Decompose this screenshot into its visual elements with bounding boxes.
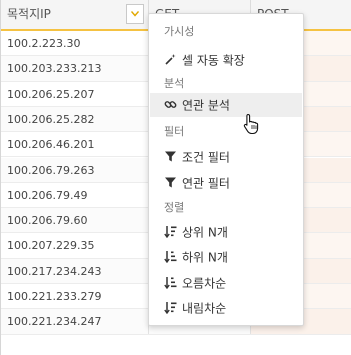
cell-destination-ip[interactable]: 100.2.223.30 xyxy=(1,31,149,56)
menu-item-label: 연관 분석 xyxy=(182,98,230,113)
link-icon xyxy=(164,101,177,108)
menu-section-analysis: 분석 xyxy=(164,77,185,90)
magic-wand-icon xyxy=(165,54,176,65)
menu-item-top-n[interactable]: 상위 N개 xyxy=(150,220,302,244)
menu-item-auto-expand[interactable]: 셀 자동 확장 xyxy=(150,48,302,72)
sort-ascending-icon xyxy=(164,251,177,263)
filter-icon xyxy=(165,151,176,162)
cell-destination-ip[interactable]: 100.217.234.243 xyxy=(1,258,149,283)
cell-destination-ip[interactable]: 100.206.46.201 xyxy=(1,132,149,157)
hand-pointer-cursor-icon xyxy=(243,113,259,135)
cell-destination-ip[interactable]: 100.206.25.282 xyxy=(1,106,149,132)
column-context-menu: 가시성 셀 자동 확장 분석 연관 분석 필터 조건 필터 연관 필터 정렬 상… xyxy=(148,13,304,326)
cell-destination-ip[interactable]: 100.221.233.279 xyxy=(1,284,149,309)
cell-destination-ip[interactable]: 100.206.25.207 xyxy=(1,81,149,106)
cell-destination-ip[interactable]: 100.221.234.247 xyxy=(1,309,149,334)
menu-section-sort: 정렬 xyxy=(164,201,185,214)
cell-destination-ip[interactable]: 100.206.79.49 xyxy=(1,182,149,208)
sort-descending-icon xyxy=(164,302,177,314)
chevron-down-icon xyxy=(131,11,139,17)
menu-item-related-filter[interactable]: 연관 필터 xyxy=(150,171,302,195)
menu-section-filter: 필터 xyxy=(164,125,185,138)
sort-ascending-icon xyxy=(164,277,177,289)
menu-item-label: 셀 자동 확장 xyxy=(182,53,245,68)
column-header-label: 목적지IP xyxy=(7,7,51,21)
column-menu-button[interactable] xyxy=(126,4,144,24)
menu-item-label: 상위 N개 xyxy=(182,225,228,240)
menu-item-ascending[interactable]: 오름차순 xyxy=(150,271,302,295)
cell-destination-ip[interactable]: 100.203.233.213 xyxy=(1,56,149,81)
menu-item-bottom-n[interactable]: 하위 N개 xyxy=(150,245,302,269)
cell-destination-ip[interactable]: 100.206.79.60 xyxy=(1,208,149,233)
menu-item-label: 조건 필터 xyxy=(182,150,230,165)
menu-item-label: 연관 필터 xyxy=(182,176,230,191)
cell-destination-ip[interactable]: 100.206.79.263 xyxy=(1,157,149,182)
menu-item-label: 하위 N개 xyxy=(182,250,228,265)
menu-item-descending[interactable]: 내림차순 xyxy=(150,296,302,320)
filter-icon xyxy=(165,177,176,188)
menu-item-label: 내림차순 xyxy=(182,301,227,316)
menu-item-related-analysis[interactable]: 연관 분석 xyxy=(150,93,302,117)
menu-item-condition-filter[interactable]: 조건 필터 xyxy=(150,145,302,169)
menu-section-visibility: 가시성 xyxy=(164,25,195,38)
menu-item-label: 오름차순 xyxy=(182,276,227,291)
sort-descending-icon xyxy=(164,226,177,238)
cell-destination-ip[interactable]: 100.207.229.35 xyxy=(1,233,149,258)
